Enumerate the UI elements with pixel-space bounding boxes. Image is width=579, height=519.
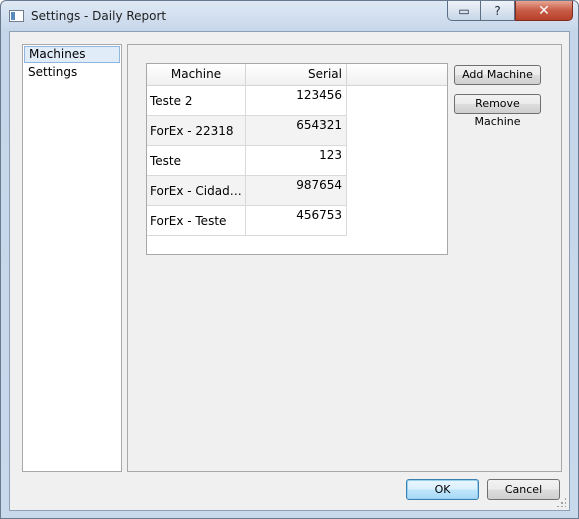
remove-machine-button[interactable]: Remove Machine — [454, 94, 541, 128]
add-machine-button[interactable]: Add Machine — [454, 65, 541, 85]
machine-cell[interactable]: ForEx - Cidade J... — [147, 176, 246, 206]
table-header: Machine Serial — [147, 64, 447, 86]
app-window-icon — [9, 10, 24, 22]
machine-cell[interactable]: ForEx - 22318 — [147, 116, 246, 146]
serial-cell[interactable]: 987654 — [246, 176, 347, 206]
table-row[interactable]: ForEx - Teste 456753 — [147, 206, 347, 236]
machine-cell[interactable]: Teste 2 — [147, 86, 246, 116]
serial-cell[interactable]: 654321 — [246, 116, 347, 146]
table-row[interactable]: Teste 2 123456 — [147, 86, 347, 116]
machine-cell[interactable]: Teste — [147, 146, 246, 176]
machines-table[interactable]: Machine Serial Teste 2 123456 ForEx - 22… — [146, 63, 448, 255]
table-row[interactable]: ForEx - Cidade J... 987654 — [147, 176, 347, 206]
cancel-button[interactable]: Cancel — [487, 479, 560, 500]
title-bar[interactable]: Settings - Daily Report ▭ ? ✕ — [1, 1, 578, 31]
column-header-serial[interactable]: Serial — [246, 64, 347, 85]
table-row[interactable]: Teste 123 — [147, 146, 347, 176]
nav-item-machines[interactable]: Machines — [24, 46, 120, 63]
serial-cell[interactable]: 123 — [246, 146, 347, 176]
close-button[interactable]: ✕ — [515, 1, 573, 21]
table-row[interactable]: ForEx - 22318 654321 — [147, 116, 347, 146]
serial-cell[interactable]: 456753 — [246, 206, 347, 236]
restore-icon[interactable]: ▭ — [447, 1, 481, 21]
ok-button[interactable]: OK — [406, 479, 479, 500]
help-button[interactable]: ? — [481, 1, 515, 21]
settings-window: Settings - Daily Report ▭ ? ✕ Machines S… — [0, 0, 579, 519]
column-header-machine[interactable]: Machine — [147, 64, 246, 85]
nav-item-settings[interactable]: Settings — [24, 64, 120, 81]
machine-cell[interactable]: ForEx - Teste — [147, 206, 246, 236]
machines-page: Machine Serial Teste 2 123456 ForEx - 22… — [127, 44, 562, 472]
dialog-client-area: Machines Settings Machine Serial Teste 2… — [9, 31, 570, 511]
window-title: Settings - Daily Report — [31, 9, 167, 23]
serial-cell[interactable]: 123456 — [246, 86, 347, 116]
settings-nav-list[interactable]: Machines Settings — [22, 44, 122, 472]
